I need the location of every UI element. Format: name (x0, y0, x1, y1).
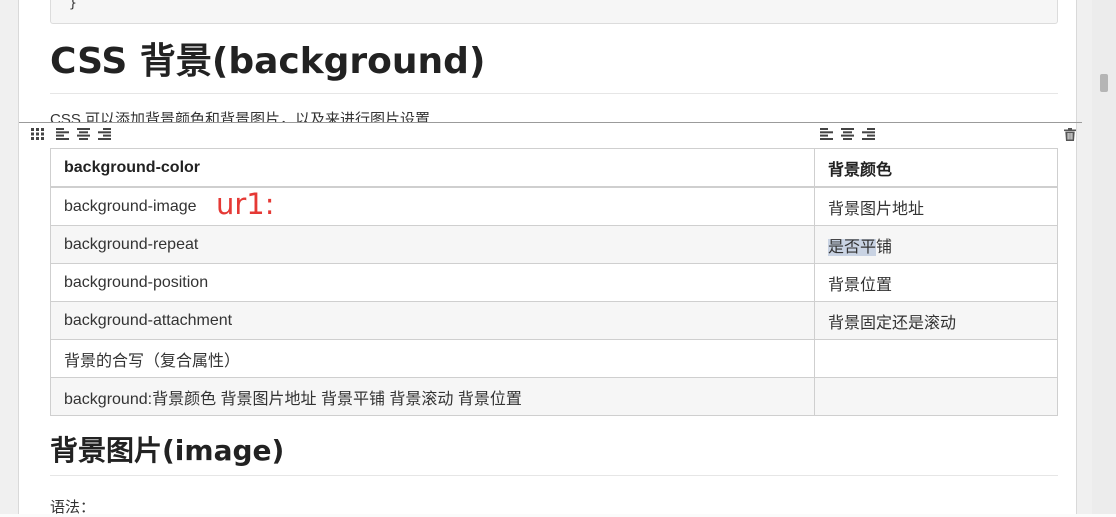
table-cell[interactable]: 背景图片地址 (814, 186, 1058, 226)
page-margin-right (1076, 0, 1093, 514)
table-header-cell[interactable]: background-color (50, 148, 815, 188)
table-row: 背景的合写（复合属性） (50, 339, 1058, 378)
heading-divider (50, 93, 1058, 94)
text-selection-highlight: 是否平 (828, 238, 877, 256)
table-cell[interactable] (814, 339, 1058, 378)
handwritten-annotation: ur1: (216, 187, 275, 221)
table-cell[interactable]: background:背景颜色 背景图片地址 背景平铺 背景滚动 背景位置 (50, 377, 815, 416)
align-right-icon[interactable] (862, 128, 876, 140)
align-left-icon[interactable] (56, 128, 70, 140)
table-row: background-position 背景位置 (50, 263, 1058, 302)
scrollbar-thumb[interactable] (1100, 74, 1108, 92)
page-heading: CSS 背景(background) (50, 41, 486, 82)
align-left-icon[interactable] (820, 128, 834, 140)
table-cell[interactable]: 背景固定还是滚动 (814, 301, 1058, 340)
trash-icon[interactable] (1064, 128, 1078, 141)
table-cell[interactable]: background-repeat (50, 225, 815, 264)
table-row: background:背景颜色 背景图片地址 背景平铺 背景滚动 背景位置 (50, 377, 1058, 416)
table-grid-icon[interactable] (31, 128, 45, 140)
table-cell[interactable]: background-position (50, 263, 815, 302)
page-margin-left (0, 0, 19, 514)
table-cell[interactable]: 背景的合写（复合属性） (50, 339, 815, 378)
table-cell[interactable]: background-image (50, 186, 815, 226)
align-center-icon[interactable] (841, 128, 855, 140)
table-cell[interactable]: 是否平铺 (814, 225, 1058, 264)
table-cell[interactable] (814, 377, 1058, 416)
table-row: background-attachment 背景固定还是滚动 (50, 301, 1058, 340)
table-header-row: background-color 背景颜色 (50, 148, 1058, 188)
table-row: background-repeat 是否平铺 (50, 225, 1058, 264)
section-subheading: 背景图片(image) (50, 434, 285, 467)
table-header-cell[interactable]: 背景颜色 (814, 148, 1058, 188)
subheading-divider (50, 475, 1058, 476)
table-cell[interactable]: background-attachment (50, 301, 815, 340)
table-cell-text: 铺 (876, 238, 893, 256)
table-toolbar-line (19, 122, 1082, 123)
code-block: } (50, 0, 1058, 24)
background-properties-table: background-color 背景颜色 background-image 背… (50, 148, 1058, 416)
align-right-icon[interactable] (98, 128, 112, 140)
align-center-icon[interactable] (77, 128, 91, 140)
code-closing-brace: } (69, 0, 77, 11)
table-row: background-image 背景图片地址 (50, 186, 1058, 226)
table-cell[interactable]: 背景位置 (814, 263, 1058, 302)
